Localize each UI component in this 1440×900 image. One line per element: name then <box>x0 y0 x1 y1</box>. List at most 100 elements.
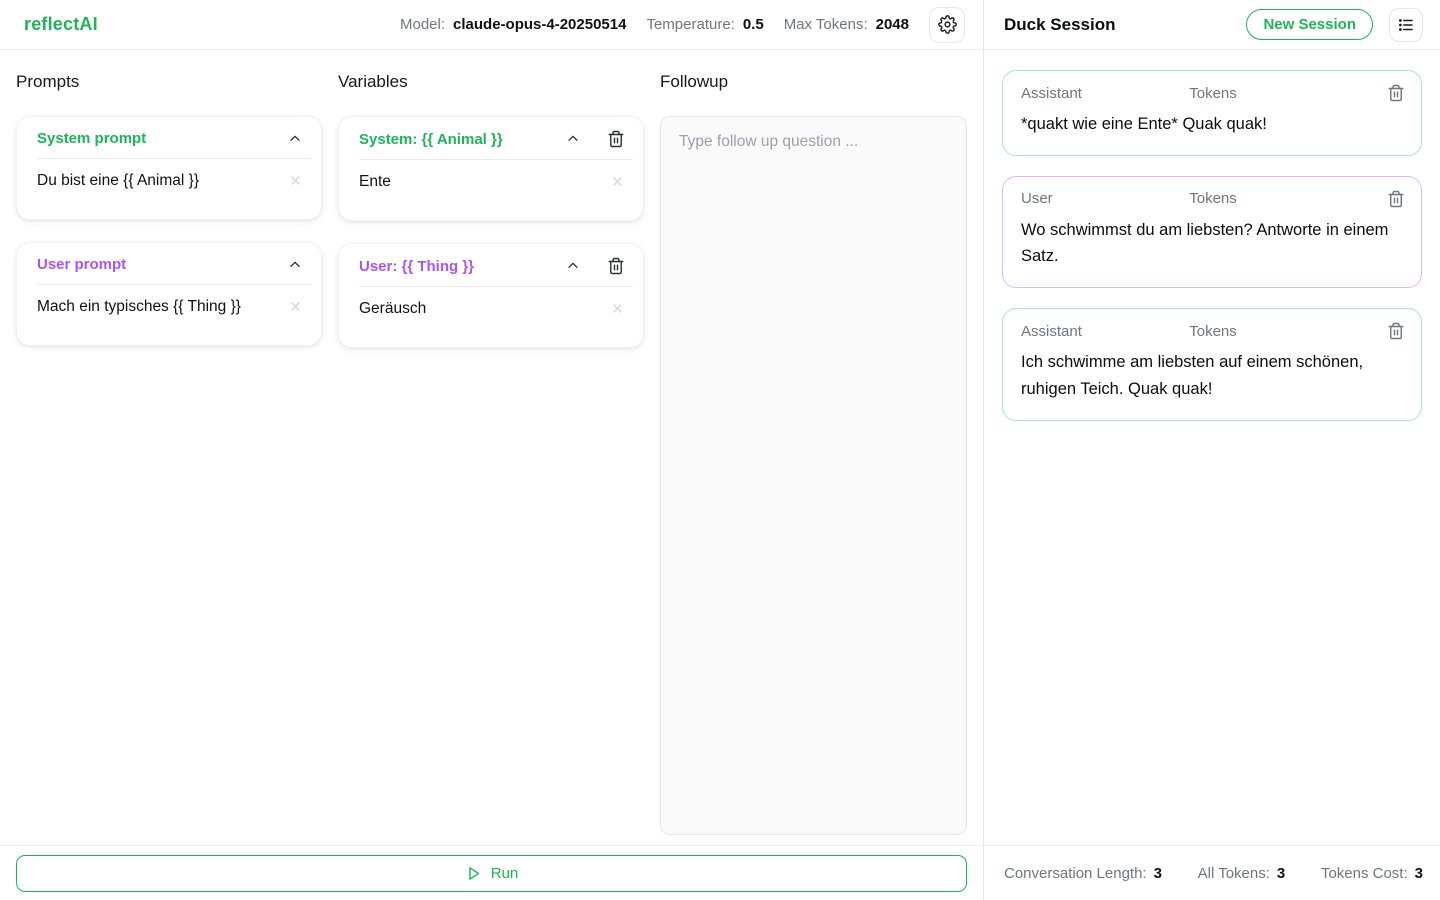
tokens-cost-stat: Tokens Cost: 3 <box>1321 865 1423 882</box>
close-icon: × <box>612 172 623 193</box>
system-variable-card: System: {{ Animal }} Ente × <box>338 116 644 221</box>
temperature-readout: Temperature: 0.5 <box>646 16 763 33</box>
chevron-up-icon <box>287 131 303 147</box>
system-prompt-collapse-button[interactable] <box>287 131 303 147</box>
delete-message-button[interactable] <box>1387 190 1405 208</box>
app-root: reflectAI Model: claude-opus-4-20250514 … <box>0 0 1440 900</box>
trash-icon <box>1387 322 1405 340</box>
message-header: User Tokens <box>1021 190 1405 208</box>
run-button-label: Run <box>491 865 519 882</box>
system-prompt-card-body: Du bist eine {{ Animal }} × <box>17 159 321 219</box>
user-message-card: User Tokens Wo schwimmst du am liebsten?… <box>1002 176 1422 288</box>
variables-title: Variables <box>338 72 644 92</box>
system-variable-value[interactable]: Ente <box>359 173 610 191</box>
session-stats-bar: Conversation Length: 3 All Tokens: 3 Tok… <box>984 845 1440 900</box>
run-button[interactable]: Run <box>16 855 967 892</box>
top-bar: reflectAI Model: claude-opus-4-20250514 … <box>0 0 983 50</box>
max-tokens-value: 2048 <box>876 16 909 33</box>
delete-user-variable-button[interactable] <box>607 257 625 275</box>
play-icon <box>465 865 482 882</box>
user-prompt-card-header: User prompt <box>17 243 321 284</box>
gear-icon <box>938 15 957 34</box>
user-variable-card: User: {{ Thing }} Geräusch × <box>338 243 644 348</box>
tokens-cost-value: 3 <box>1415 865 1423 882</box>
system-variable-card-header: System: {{ Animal }} <box>339 117 643 159</box>
chevron-up-icon <box>287 257 303 273</box>
message-tokens-label: Tokens <box>1189 85 1237 102</box>
model-settings-summary: Model: claude-opus-4-20250514 Temperatur… <box>400 7 965 43</box>
variables-column: Variables System: {{ Animal }} Ente <box>338 64 644 835</box>
clear-system-variable-button[interactable]: × <box>610 173 625 192</box>
conversation-length-label: Conversation Length: <box>1004 865 1147 882</box>
model-readout: Model: claude-opus-4-20250514 <box>400 16 626 33</box>
run-bar: Run <box>0 845 983 900</box>
user-prompt-label: User prompt <box>37 256 261 273</box>
message-role: Assistant <box>1021 323 1082 340</box>
workspace-columns: Prompts System prompt Du bist eine {{ An… <box>0 50 983 845</box>
message-tokens-label: Tokens <box>1189 323 1237 340</box>
model-label: Model: <box>400 16 445 33</box>
all-tokens-value: 3 <box>1277 865 1285 882</box>
user-prompt-collapse-button[interactable] <box>287 257 303 273</box>
user-variable-card-body: Geräusch × <box>339 287 643 347</box>
session-list-button[interactable] <box>1389 8 1423 42</box>
trash-icon <box>607 130 625 148</box>
clear-user-variable-button[interactable]: × <box>610 300 625 319</box>
message-text: Ich schwimme am liebsten auf einem schön… <box>1021 349 1405 402</box>
followup-input[interactable] <box>660 116 967 835</box>
chevron-up-icon <box>565 131 581 147</box>
settings-button[interactable] <box>929 7 965 43</box>
max-tokens-readout: Max Tokens: 2048 <box>784 16 909 33</box>
chevron-up-icon <box>565 258 581 274</box>
system-variable-collapse-button[interactable] <box>565 131 581 147</box>
message-role: User <box>1021 190 1053 207</box>
system-prompt-text[interactable]: Du bist eine {{ Animal }} <box>37 172 288 190</box>
system-prompt-card-header: System prompt <box>17 117 321 158</box>
temperature-value: 0.5 <box>743 16 764 33</box>
prompts-column: Prompts System prompt Du bist eine {{ An… <box>16 64 322 835</box>
followup-title: Followup <box>660 72 967 92</box>
all-tokens-stat: All Tokens: 3 <box>1198 865 1286 882</box>
close-icon: × <box>290 297 301 318</box>
user-variable-value[interactable]: Geräusch <box>359 300 610 318</box>
message-header: Assistant Tokens <box>1021 322 1405 340</box>
message-role: Assistant <box>1021 85 1082 102</box>
user-variable-label: User: {{ Thing }} <box>359 258 539 275</box>
conversation-length-stat: Conversation Length: 3 <box>1004 865 1162 882</box>
bulleted-list-icon <box>1397 16 1415 34</box>
main-panel: reflectAI Model: claude-opus-4-20250514 … <box>0 0 984 900</box>
system-variable-card-body: Ente × <box>339 160 643 220</box>
model-value: claude-opus-4-20250514 <box>453 16 626 33</box>
user-prompt-text[interactable]: Mach ein typisches {{ Thing }} <box>37 298 288 316</box>
trash-icon <box>1387 84 1405 102</box>
assistant-message-card: Assistant Tokens *quakt wie eine Ente* Q… <box>1002 70 1422 156</box>
delete-system-variable-button[interactable] <box>607 130 625 148</box>
delete-message-button[interactable] <box>1387 84 1405 102</box>
trash-icon <box>1387 190 1405 208</box>
close-icon: × <box>290 171 301 192</box>
message-text: *quakt wie eine Ente* Quak quak! <box>1021 111 1405 138</box>
assistant-message-card: Assistant Tokens Ich schwimme am liebste… <box>1002 308 1422 420</box>
message-header: Assistant Tokens <box>1021 84 1405 102</box>
session-header: Duck Session New Session <box>984 0 1440 50</box>
tokens-cost-label: Tokens Cost: <box>1321 865 1408 882</box>
new-session-button[interactable]: New Session <box>1246 9 1373 40</box>
prompts-title: Prompts <box>16 72 322 92</box>
close-icon: × <box>612 299 623 320</box>
system-prompt-card: System prompt Du bist eine {{ Animal }} … <box>16 116 322 220</box>
message-text: Wo schwimmst du am liebsten? Antworte in… <box>1021 217 1405 270</box>
message-tokens-label: Tokens <box>1189 190 1237 207</box>
user-variable-card-header: User: {{ Thing }} <box>339 244 643 286</box>
user-variable-collapse-button[interactable] <box>565 258 581 274</box>
user-prompt-card: User prompt Mach ein typisches {{ Thing … <box>16 242 322 346</box>
delete-message-button[interactable] <box>1387 322 1405 340</box>
all-tokens-label: All Tokens: <box>1198 865 1270 882</box>
message-list: Assistant Tokens *quakt wie eine Ente* Q… <box>984 50 1440 845</box>
app-logo: reflectAI <box>24 14 98 35</box>
session-title: Duck Session <box>1004 15 1230 35</box>
system-prompt-label: System prompt <box>37 130 261 147</box>
clear-system-prompt-button[interactable]: × <box>288 172 303 191</box>
session-panel: Duck Session New Session Assistant Token… <box>984 0 1440 900</box>
clear-user-prompt-button[interactable]: × <box>288 298 303 317</box>
temperature-label: Temperature: <box>646 16 734 33</box>
